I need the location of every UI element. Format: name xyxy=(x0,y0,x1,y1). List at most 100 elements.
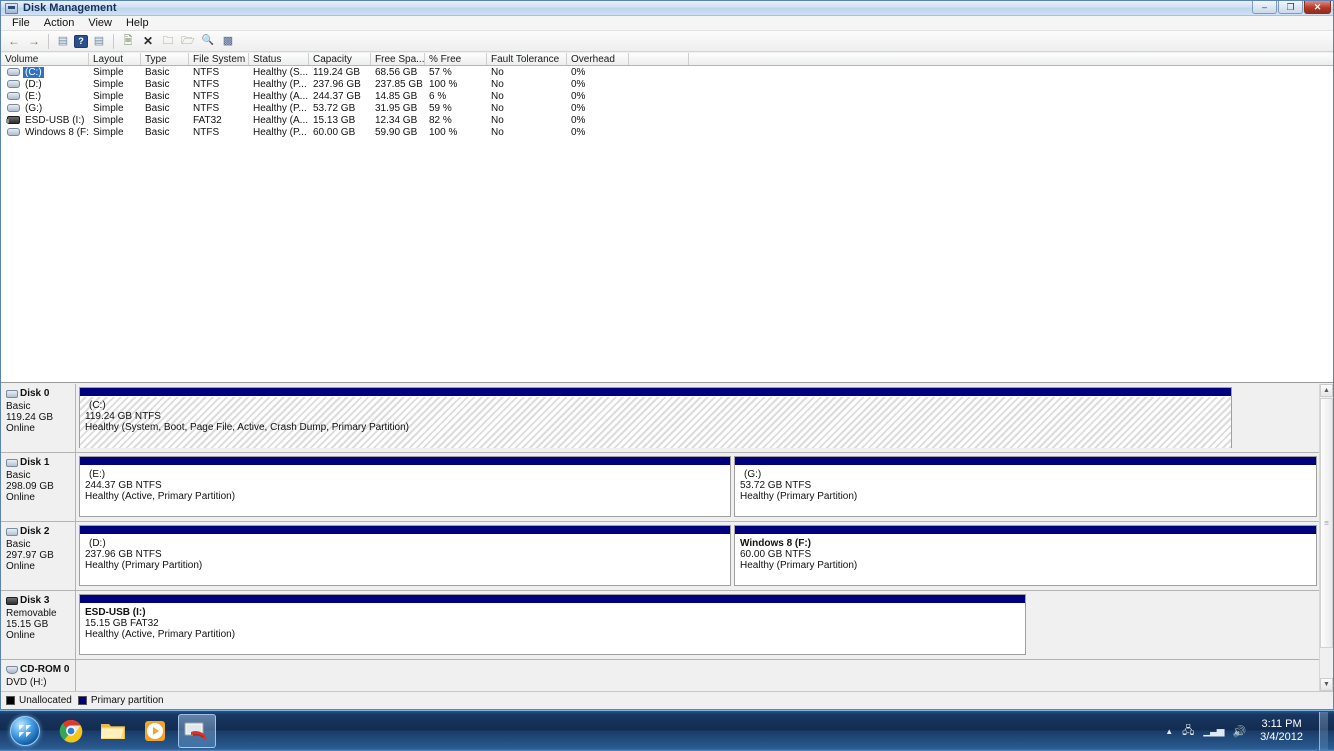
start-button[interactable] xyxy=(2,713,48,749)
disk-info-panel[interactable]: Disk 0Basic119.24 GBOnline xyxy=(1,384,76,453)
partition-size-filesystem: 119.24 GB NTFS xyxy=(85,411,1231,422)
partition-block[interactable]: (D:)237.96 GB NTFSHealthy (Primary Parti… xyxy=(79,525,731,586)
volume-cell-layout: Simple xyxy=(89,67,141,78)
maximize-button[interactable]: ❐ xyxy=(1278,1,1303,14)
open-folder-icon-glyph: 🗁 xyxy=(181,36,195,46)
volume-row[interactable]: (C:)SimpleBasicNTFSHealthy (S...119.24 G… xyxy=(1,66,1333,78)
delete-icon[interactable]: ✕ xyxy=(139,32,157,50)
signal-icon[interactable]: ▁▃▅ xyxy=(1203,726,1223,737)
column-header-layout[interactable]: Layout xyxy=(89,53,141,65)
minimize-button[interactable]: – xyxy=(1252,1,1277,14)
volume-cell-free-spa: 68.56 GB xyxy=(371,67,425,78)
partition-status: Healthy (Active, Primary Partition) xyxy=(85,629,1025,640)
volume-cell-status: Healthy (A... xyxy=(249,91,309,102)
properties-icon-glyph: 🗀 xyxy=(163,36,174,46)
menu-item-action[interactable]: Action xyxy=(37,16,82,30)
column-header-file-system[interactable]: File System xyxy=(189,53,249,65)
disk-state: Online xyxy=(6,630,75,641)
volume-row[interactable]: Windows 8 (F:)SimpleBasicNTFSHealthy (P.… xyxy=(1,126,1333,138)
volume-cell-overhead: 0% xyxy=(567,127,629,138)
open-folder-icon[interactable]: 🗁 xyxy=(179,32,197,50)
volume-cell-fault-tolerance: No xyxy=(487,127,567,138)
show-hide-tree-icon-glyph: ▤ xyxy=(58,36,68,46)
forward-icon[interactable]: → xyxy=(25,32,43,50)
taskbar-items xyxy=(48,714,216,748)
show-desktop-button[interactable] xyxy=(1319,712,1328,750)
disk-info-panel[interactable]: Disk 2Basic297.97 GBOnline xyxy=(1,522,76,591)
disk-info-panel[interactable]: Disk 3Removable15.15 GBOnline xyxy=(1,591,76,660)
partition-block[interactable]: (G:)53.72 GB NTFSHealthy (Primary Partit… xyxy=(734,456,1317,517)
column-header-blank[interactable] xyxy=(629,53,689,65)
hard-disk-icon xyxy=(7,92,20,100)
column-header-fault-tolerance[interactable]: Fault Tolerance xyxy=(487,53,567,65)
column-header--free[interactable]: % Free xyxy=(425,53,487,65)
network-icon[interactable]: 🖧 xyxy=(1182,722,1194,741)
graphical-view-scrollbar[interactable]: ▲ ▼ xyxy=(1319,384,1333,691)
properties-icon[interactable]: 🗀 xyxy=(159,32,177,50)
menu-item-help[interactable]: Help xyxy=(119,16,156,30)
scrollbar-thumb[interactable] xyxy=(1320,398,1333,648)
disk-row: CD-ROM 0DVD (H:) xyxy=(1,660,1319,691)
menu-bar: FileActionViewHelp xyxy=(1,16,1333,31)
volume-cell-overhead: 0% xyxy=(567,91,629,102)
column-header-overhead[interactable]: Overhead xyxy=(567,53,629,65)
volume-row[interactable]: (G:)SimpleBasicNTFSHealthy (P...53.72 GB… xyxy=(1,102,1333,114)
disk-type: DVD (H:) xyxy=(6,677,75,688)
scroll-down-arrow-icon[interactable]: ▼ xyxy=(1320,678,1333,691)
taskbar-chrome[interactable] xyxy=(52,714,90,748)
hard-disk-icon xyxy=(6,459,18,467)
volume-icon[interactable]: 🔊 xyxy=(1232,725,1246,738)
volume-cell-status: Healthy (P... xyxy=(249,127,309,138)
disk-size: 297.97 GB xyxy=(6,550,75,561)
volume-cell-layout: Simple xyxy=(89,115,141,126)
volume-row[interactable]: (D:)SimpleBasicNTFSHealthy (P...237.96 G… xyxy=(1,78,1333,90)
removable-disk-icon xyxy=(6,597,18,605)
back-icon[interactable]: ← xyxy=(5,32,23,50)
all-tasks-icon[interactable]: ▩ xyxy=(219,32,237,50)
maximize-icon: ❐ xyxy=(1279,2,1302,13)
volume-list-rows: (C:)SimpleBasicNTFSHealthy (S...119.24 G… xyxy=(1,66,1333,138)
menu-item-view[interactable]: View xyxy=(81,16,119,30)
taskbar-disk-tool[interactable] xyxy=(178,714,216,748)
show-hide-tree-icon[interactable]: ▤ xyxy=(54,32,72,50)
column-header-status[interactable]: Status xyxy=(249,53,309,65)
partition-block[interactable]: ESD-USB (I:)15.15 GB FAT32Healthy (Activ… xyxy=(79,594,1026,655)
volume-cell-capacity: 53.72 GB xyxy=(309,103,371,114)
volume-cell-overhead: 0% xyxy=(567,115,629,126)
taskbar-media-player[interactable] xyxy=(136,714,174,748)
clock[interactable]: 3:11 PM 3/4/2012 xyxy=(1255,718,1308,744)
partition-block[interactable]: Windows 8 (F:)60.00 GB NTFSHealthy (Prim… xyxy=(734,525,1317,586)
legend-label: Primary partition xyxy=(91,695,164,706)
disk-info-panel[interactable]: CD-ROM 0DVD (H:) xyxy=(1,660,76,691)
disk-partition-area: (D:)237.96 GB NTFSHealthy (Primary Parti… xyxy=(76,522,1320,591)
close-button[interactable]: ✕ xyxy=(1304,1,1331,14)
menu-item-file[interactable]: File xyxy=(5,16,37,30)
scroll-up-arrow-icon[interactable]: ▲ xyxy=(1320,384,1333,397)
toolbar-separator xyxy=(48,34,49,49)
volume-row[interactable]: ESD-USB (I:)SimpleBasicFAT32Healthy (A..… xyxy=(1,114,1333,126)
clock-time: 3:11 PM xyxy=(1260,718,1303,731)
column-header-capacity[interactable]: Capacity xyxy=(309,53,371,65)
disk-name: Disk 2 xyxy=(20,526,49,537)
properties-list-icon[interactable]: ▤ xyxy=(90,32,108,50)
column-header-type[interactable]: Type xyxy=(141,53,189,65)
disk-info-panel[interactable]: Disk 1Basic298.09 GBOnline xyxy=(1,453,76,522)
volume-cell--free: 59 % xyxy=(425,103,487,114)
partition-color-bar xyxy=(735,526,1316,535)
taskbar-file-explorer[interactable] xyxy=(94,714,132,748)
partition-block[interactable]: (C:)119.24 GB NTFSHealthy (System, Boot,… xyxy=(79,387,1232,448)
volume-cell-layout: Simple xyxy=(89,79,141,90)
help-icon[interactable]: ? xyxy=(74,35,88,48)
volume-cell-capacity: 237.96 GB xyxy=(309,79,371,90)
column-header-volume[interactable]: Volume xyxy=(1,53,89,65)
volume-row[interactable]: (E:)SimpleBasicNTFSHealthy (A...244.37 G… xyxy=(1,90,1333,102)
show-hidden-icons-icon[interactable]: ▲ xyxy=(1165,727,1173,736)
partition-block[interactable]: (E:)244.37 GB NTFSHealthy (Active, Prima… xyxy=(79,456,731,517)
column-header-free-spa[interactable]: Free Spa... xyxy=(371,53,425,65)
volume-cell-type: Basic xyxy=(141,91,189,102)
refresh-icon[interactable]: 🗎 xyxy=(119,32,137,50)
volume-cell-layout: Simple xyxy=(89,103,141,114)
volume-label: (G:) xyxy=(23,103,44,114)
rescan-disks-icon[interactable]: 🔍 xyxy=(199,32,217,50)
partition-label: (D:) xyxy=(85,538,730,549)
